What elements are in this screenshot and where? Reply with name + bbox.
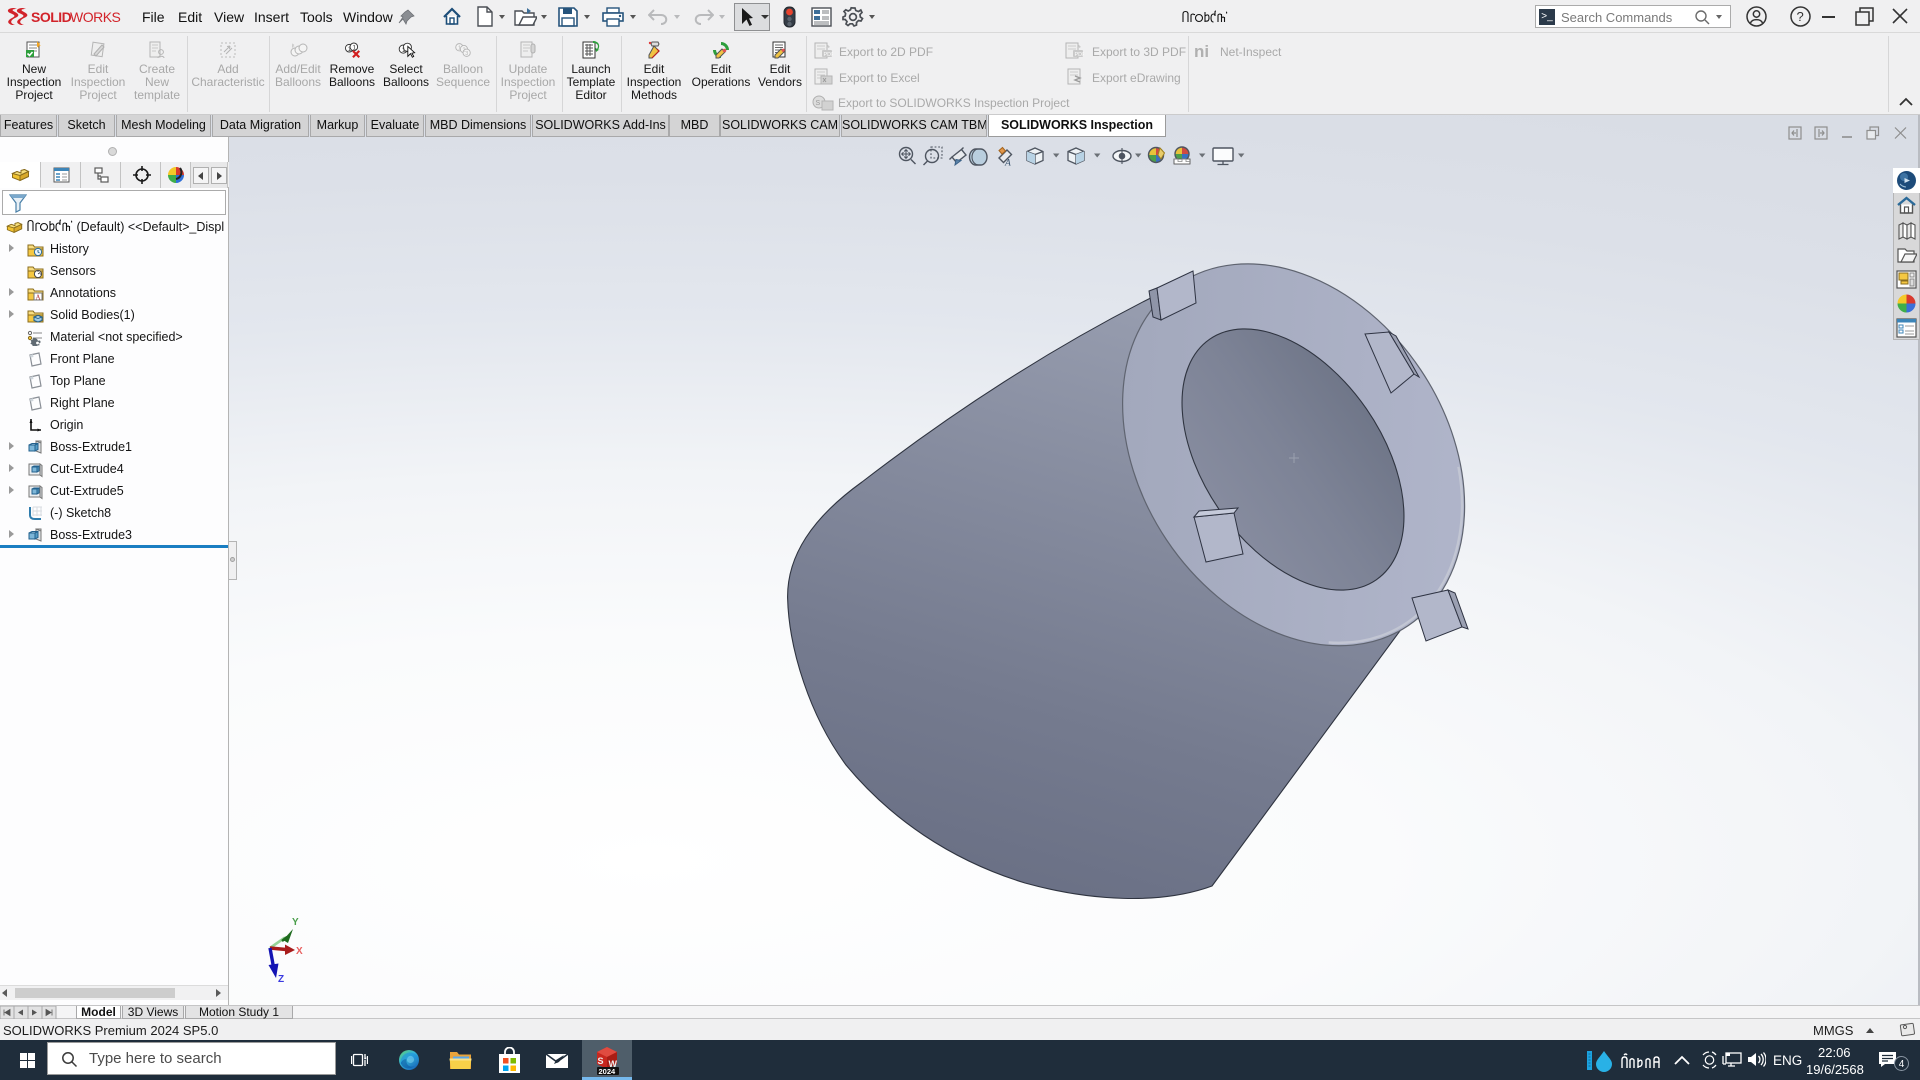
- svg-text:1: 1: [348, 46, 352, 53]
- svg-text:Y: Y: [292, 917, 299, 928]
- svg-text:A: A: [1004, 159, 1011, 169]
- svg-text:SOLID: SOLID: [31, 9, 72, 25]
- svg-text:1: 1: [402, 47, 406, 54]
- svg-text:1: 1: [458, 46, 461, 52]
- svg-text:1: 1: [352, 45, 356, 52]
- svg-text:PDF: PDF: [1075, 52, 1085, 58]
- svg-text:2024: 2024: [599, 1067, 617, 1075]
- svg-text:?: ?: [1797, 9, 1804, 24]
- svg-text:X: X: [296, 946, 303, 957]
- svg-text:3: 3: [465, 51, 468, 57]
- svg-text:S: S: [816, 100, 821, 107]
- svg-text:WORKS: WORKS: [70, 9, 121, 25]
- svg-text:PDF: PDF: [824, 52, 834, 58]
- svg-text:Z: Z: [278, 974, 284, 985]
- svg-text:A: A: [36, 294, 41, 302]
- svg-text:S: S: [598, 1056, 604, 1066]
